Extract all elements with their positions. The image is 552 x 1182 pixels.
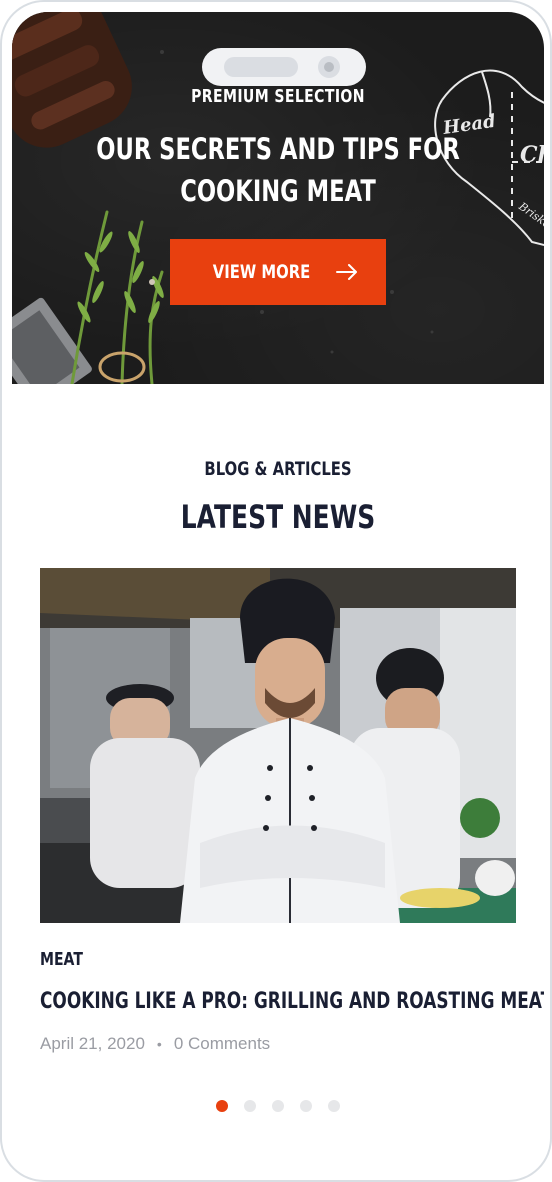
chef-photo-illustration [40, 568, 516, 923]
phone-frame: Head Ch Brisket PREMIUM SELECTION OUR SE… [0, 0, 552, 1182]
post-image[interactable] [40, 568, 516, 923]
post-date: April 21, 2020 [40, 1034, 145, 1053]
carousel-pagination [12, 1100, 544, 1112]
dynamic-island-pill [224, 57, 298, 77]
pagination-dot-4[interactable] [300, 1100, 312, 1112]
pagination-dot-5[interactable] [328, 1100, 340, 1112]
pagination-dot-2[interactable] [244, 1100, 256, 1112]
post-category-link[interactable]: MEAT [40, 949, 83, 970]
meta-separator: • [156, 1036, 162, 1052]
blog-kicker: BLOG & ARTICLES [204, 458, 352, 480]
screen: Head Ch Brisket PREMIUM SELECTION OUR SE… [12, 12, 544, 1174]
hero-title-line-2: COOKING MEAT [180, 174, 376, 208]
hero-title: OUR SECRETS AND TIPS FOR COOKING MEAT [71, 128, 486, 212]
view-more-label: VIEW MORE [212, 261, 310, 283]
pagination-dot-1[interactable] [216, 1100, 228, 1112]
hero-title-line-1: OUR SECRETS AND TIPS FOR [96, 132, 460, 166]
camera-icon [318, 56, 340, 78]
hero-banner: Head Ch Brisket PREMIUM SELECTION OUR SE… [12, 12, 544, 384]
post-comments-link[interactable]: 0 Comments [174, 1034, 270, 1054]
rosemary-illustration [70, 210, 164, 384]
post-title-link[interactable]: COOKING LIKE A PRO: GRILLING AND ROASTIN… [40, 989, 544, 1014]
view-more-button[interactable]: VIEW MORE [170, 239, 386, 305]
dynamic-island [202, 48, 366, 86]
pagination-dot-3[interactable] [272, 1100, 284, 1112]
chalk-label-ch: Ch [520, 142, 544, 168]
arrow-right-icon [335, 264, 357, 280]
hero-kicker: PREMIUM SELECTION [191, 86, 365, 107]
blog-title: LATEST NEWS [180, 498, 376, 536]
post-meta: April 21, 2020 • 0 Comments [40, 1034, 270, 1054]
